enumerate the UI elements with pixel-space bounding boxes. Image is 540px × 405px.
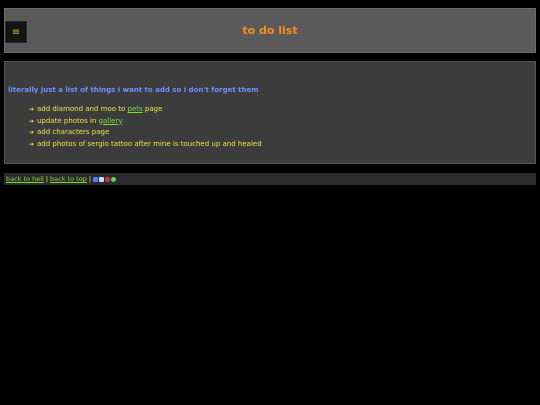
todo-list: ➔ add diamond and moo to pets page ➔ updat… [29,104,262,150]
gallery-link[interactable]: gallery [99,117,123,125]
intro-text: literally just a list of things i want t… [8,86,259,94]
check-badge-icon [99,176,105,182]
arrow-icon: ➔ [29,117,35,125]
list-item: ➔ add characters page [29,127,262,139]
arrow-icon: ➔ [29,140,35,148]
green-badge-icon [111,176,117,182]
list-item: ➔ update photos in gallery [29,116,262,128]
page-title: to do list [242,24,298,37]
list-item-text: add diamond and moo to [37,105,128,113]
footer-bar: back to hell | back to top | [4,173,536,185]
list-item-text: add characters page [37,128,110,136]
heart-badge-icon [105,176,111,182]
back-to-top-link[interactable]: back to top [50,175,87,183]
back-to-hell-link[interactable]: back to hell [6,175,44,183]
pets-link[interactable]: pets [128,105,143,113]
list-item-text: add photos of sergio tattoo after mine i… [37,139,262,148]
list-item: ➔ add photos of sergio tattoo after mine … [29,139,262,151]
page-header: ≡ to do list [4,8,536,53]
content-panel: literally just a list of things i want t… [4,61,536,164]
list-item: ➔ add diamond and moo to pets page [29,104,262,116]
separator: | [88,175,92,183]
arrow-icon: ➔ [29,106,35,113]
arrow-icon: ➔ [29,129,35,136]
list-item-text: page [142,105,163,113]
list-item-text: update photos in [37,116,99,125]
separator: | [45,175,49,183]
blue-badge-icon [93,176,99,182]
